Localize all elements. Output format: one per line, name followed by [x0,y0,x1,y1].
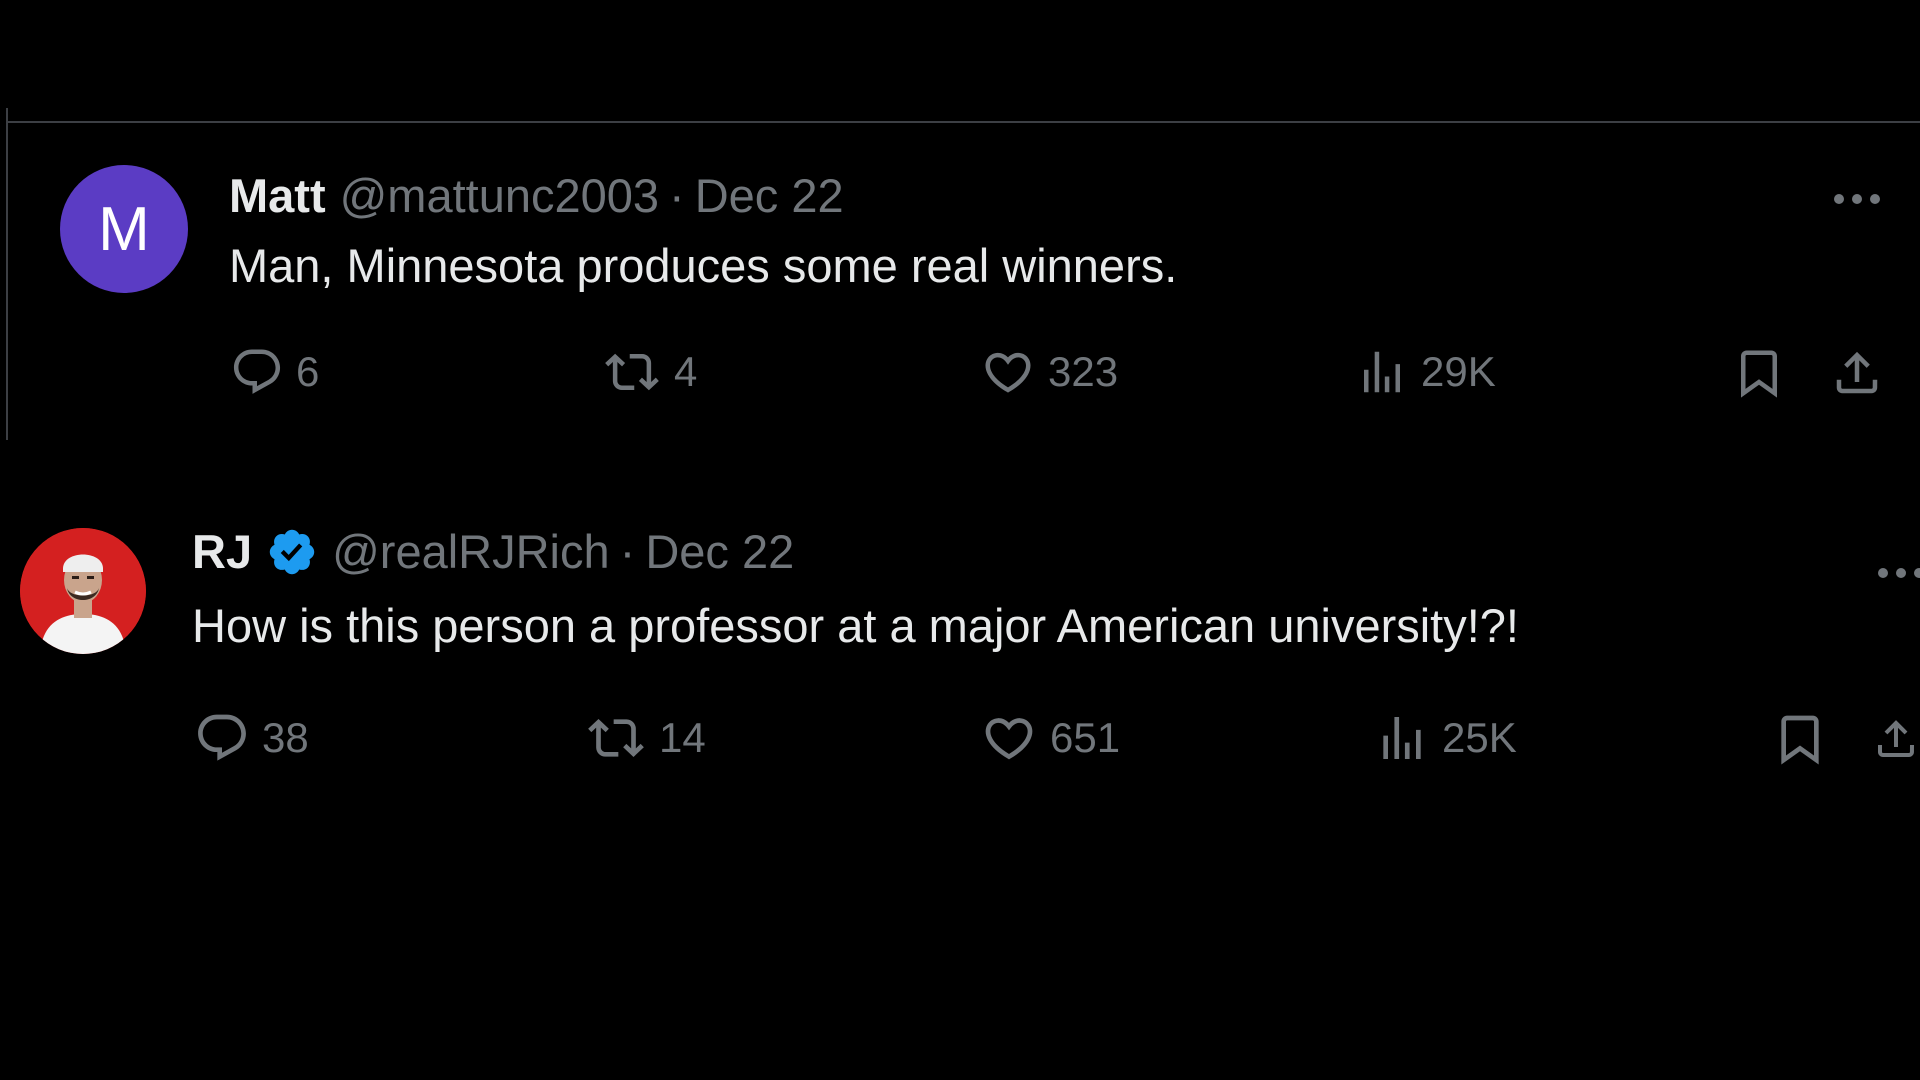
tweet-text: How is this person a professor at a majo… [192,599,1519,652]
views-count: 29K [1421,348,1496,395]
repost-icon [605,353,659,391]
separator-dot: · [669,169,685,222]
tweet-date[interactable]: Dec 22 [695,168,844,224]
reply-icon [198,714,246,761]
views-button[interactable]: 29K [1355,345,1496,399]
heart-icon [985,352,1031,393]
reply-count: 6 [296,348,320,395]
repost-button[interactable]: 4 [602,345,697,399]
share-icon[interactable] [1872,710,1920,773]
reply-icon [233,349,281,394]
tweet-rj[interactable]: RJ @realRJRich · Dec 22 How is this pers… [0,440,1920,840]
separator-dot: · [619,525,636,578]
profile-photo-icon [20,528,146,654]
display-name[interactable]: Matt [229,168,326,224]
like-count: 323 [1048,348,1119,395]
avatar[interactable]: M [60,165,188,293]
tweet-text: Man, Minnesota produces some real winner… [229,239,1178,292]
repost-count: 4 [674,348,698,395]
tweet-date[interactable]: Dec 22 [645,524,794,580]
views-count: 25K [1442,714,1517,761]
reply-button[interactable]: 38 [194,710,309,766]
repost-icon [588,719,644,757]
reply-count: 38 [262,714,309,761]
reply-button[interactable]: 6 [230,345,319,399]
like-count: 651 [1050,714,1121,761]
tweet-header: RJ @realRJRich · Dec 22 [192,524,794,580]
like-button[interactable]: 323 [980,345,1118,399]
views-icon [1383,717,1421,759]
avatar-letter: M [98,194,150,264]
share-icon[interactable] [1830,345,1884,406]
views-button[interactable]: 25K [1374,710,1517,766]
more-options-icon[interactable] [1876,546,1920,591]
repost-button[interactable]: 14 [585,710,706,766]
tweet-header: Matt @mattunc2003 · Dec 22 [229,168,844,224]
verified-badge-icon [269,529,315,575]
bookmark-icon[interactable] [1732,345,1786,406]
tweet-matt[interactable]: M Matt @mattunc2003 · Dec 22 Man, Minnes… [0,0,1920,440]
bookmark-icon[interactable] [1772,710,1828,773]
views-icon [1364,351,1400,393]
more-options-icon[interactable] [1832,172,1882,217]
like-button[interactable]: 651 [980,710,1120,766]
avatar[interactable] [20,528,146,654]
user-handle[interactable]: @mattunc2003 [340,168,659,224]
user-handle[interactable]: @realRJRich [332,524,610,580]
repost-count: 14 [659,714,706,761]
heart-icon [985,718,1033,760]
display-name[interactable]: RJ [192,524,252,580]
